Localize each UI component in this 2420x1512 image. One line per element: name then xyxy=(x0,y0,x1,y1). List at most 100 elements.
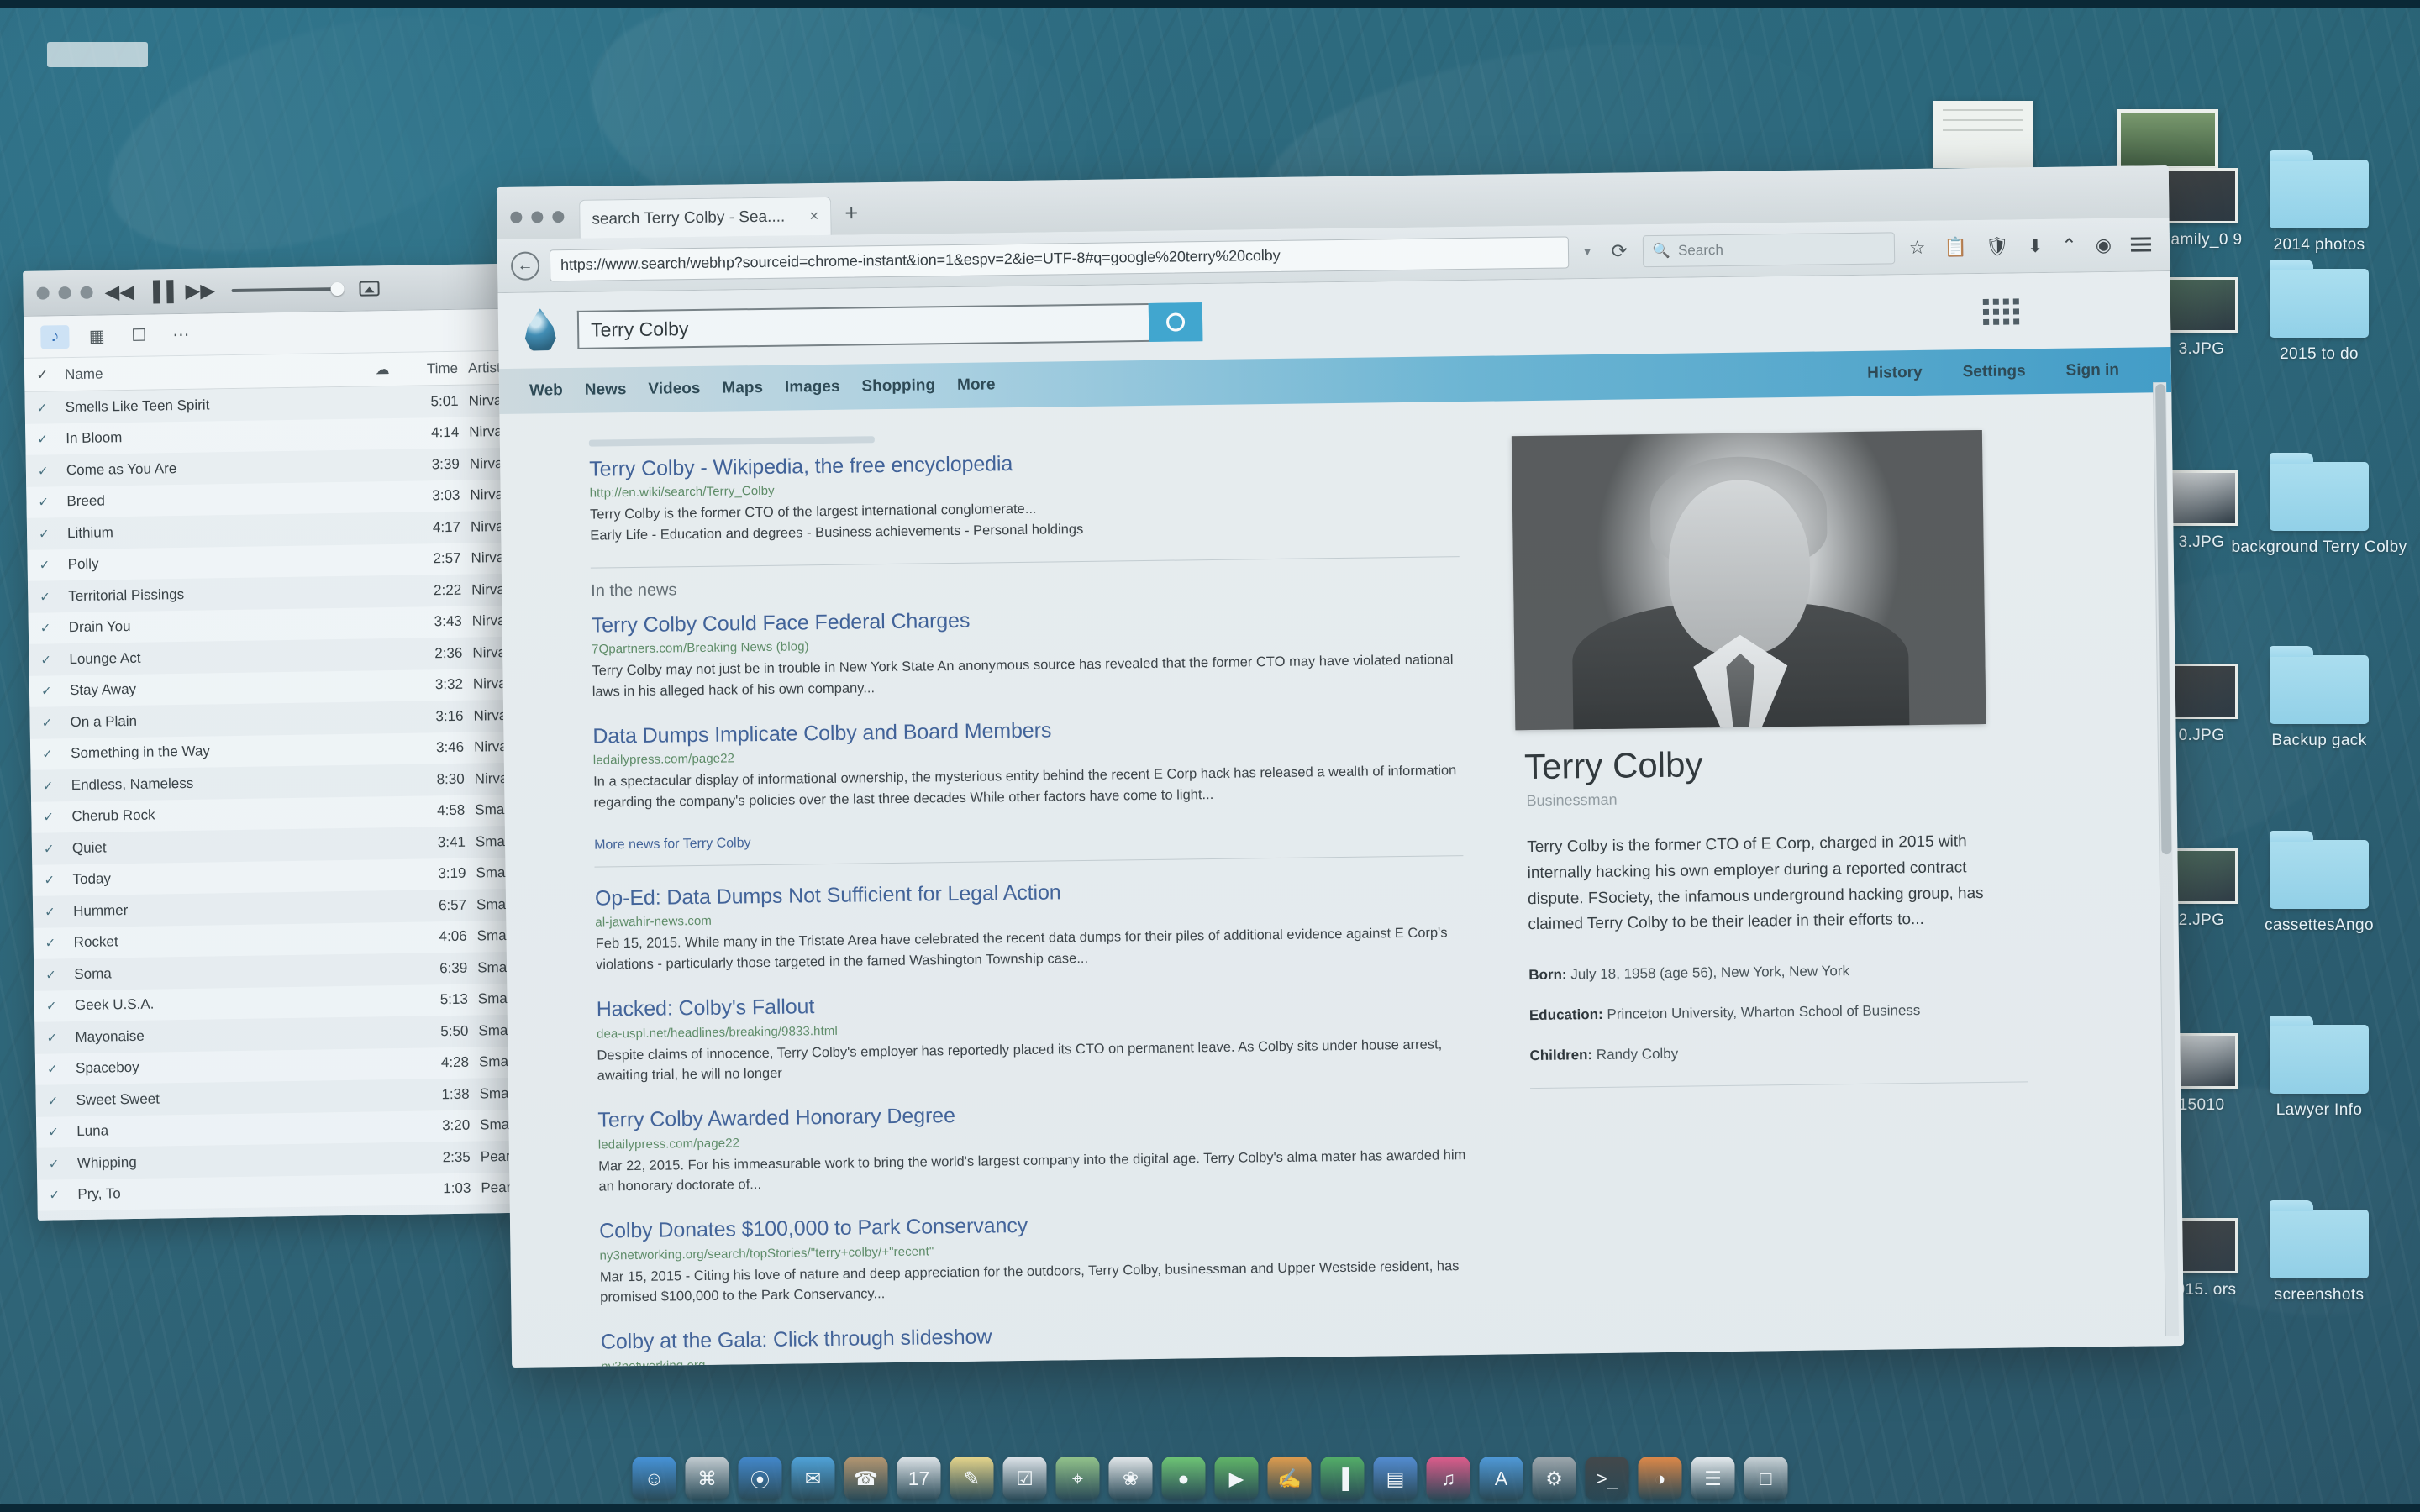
track-checkbox[interactable]: ✓ xyxy=(49,1156,77,1171)
browser-window-controls[interactable] xyxy=(510,211,565,239)
dock-item-launchpad[interactable]: ⌘ xyxy=(685,1457,729,1500)
track-checkbox[interactable]: ✓ xyxy=(39,589,68,604)
pause-icon[interactable]: ▐▐ xyxy=(146,280,174,302)
desktop-note-window[interactable] xyxy=(1933,101,2033,168)
track-checkbox[interactable]: ✓ xyxy=(45,904,73,919)
search-result[interactable]: Colby Donates $100,000 to Park Conservan… xyxy=(599,1207,1469,1308)
desktop-icon[interactable]: Lawyer Info xyxy=(2227,1016,2412,1121)
track-checkbox[interactable]: ✓ xyxy=(43,809,71,825)
dock-item-keynote[interactable]: ▤ xyxy=(1373,1457,1418,1500)
track-checkbox[interactable]: ✓ xyxy=(44,841,72,856)
browser-tab[interactable]: search Terry Colby - Sea.... × xyxy=(579,196,832,239)
back-button[interactable]: ← xyxy=(510,250,540,281)
primary-results-list[interactable]: Terry Colby - Wikipedia, the free encycl… xyxy=(589,445,1459,546)
dock-item-itunes[interactable]: ♫ xyxy=(1426,1457,1470,1500)
dock-item-terminal[interactable]: >_ xyxy=(1585,1457,1629,1500)
nav-link-maps[interactable]: Maps xyxy=(722,379,763,398)
apps-grid-icon[interactable] xyxy=(1982,297,2020,325)
clipboard-icon[interactable]: 📋 xyxy=(1939,236,1971,258)
track-checkbox[interactable]: ✓ xyxy=(48,1124,76,1140)
desktop-icon[interactable]: background Terry Colby xyxy=(2227,453,2412,558)
volume-slider[interactable] xyxy=(231,281,345,296)
dock-item-safari[interactable]: ⦿ xyxy=(738,1457,782,1500)
dock-item-reminders[interactable]: ☑ xyxy=(1002,1457,1047,1500)
dock-item-calendar[interactable]: 17 xyxy=(897,1457,941,1500)
address-bar[interactable]: https://www.search/webhp?sourceid=chrome… xyxy=(549,235,1569,281)
star-icon[interactable]: ☆ xyxy=(1905,236,1930,258)
desktop-icon[interactable]: Backup gack xyxy=(2227,646,2412,751)
browser-search-box[interactable]: 🔍 Search xyxy=(1642,231,1896,267)
track-checkbox[interactable]: ✓ xyxy=(38,494,66,510)
secondary-results-list[interactable]: Op-Ed: Data Dumps Not Sufficient for Leg… xyxy=(595,874,1470,1368)
rewind-icon[interactable]: ◀◀ xyxy=(104,281,134,303)
dock-item-photos[interactable]: ❀ xyxy=(1108,1457,1153,1500)
nav-link-news[interactable]: News xyxy=(585,381,627,400)
pocket-icon[interactable]: 🛡 xyxy=(1981,235,2013,257)
itunes-track-list[interactable]: ✓ Smells Like Teen Spirit 5:01 Nirvan ✓ In Bl… xyxy=(24,384,559,1221)
track-checkbox[interactable]: ✓ xyxy=(44,872,72,888)
search-go-button[interactable] xyxy=(1148,302,1203,342)
home-icon[interactable]: ⌃ xyxy=(2057,234,2081,256)
track-checkbox[interactable]: ✓ xyxy=(40,620,69,636)
minimize-icon[interactable] xyxy=(58,286,71,300)
track-checkbox[interactable]: ✓ xyxy=(39,557,68,573)
dock-item-maps[interactable]: ⌖ xyxy=(1055,1457,1100,1500)
dock-item-firefox[interactable]: ◑ xyxy=(1638,1457,1682,1500)
cloud-icon[interactable]: ☁ xyxy=(359,360,406,378)
dock-item-appstore[interactable]: A xyxy=(1479,1457,1523,1500)
track-checkbox[interactable]: ✓ xyxy=(49,1187,77,1203)
column-name[interactable]: Name xyxy=(65,361,359,382)
track-checkbox[interactable]: ✓ xyxy=(37,431,66,447)
maximize-icon[interactable] xyxy=(80,286,93,299)
nav-link-settings[interactable]: Settings xyxy=(1962,362,2025,381)
track-checkbox[interactable]: ✓ xyxy=(48,1093,76,1108)
nav-link-videos[interactable]: Videos xyxy=(648,380,700,399)
column-time[interactable]: Time xyxy=(406,360,468,377)
track-checkbox[interactable]: ✓ xyxy=(46,1030,75,1045)
close-icon[interactable] xyxy=(510,211,523,223)
download-icon[interactable]: ⬇ xyxy=(2023,234,2048,256)
maximize-icon[interactable] xyxy=(552,211,565,223)
airplay-icon[interactable] xyxy=(359,280,381,297)
close-icon[interactable]: × xyxy=(809,207,818,226)
search-input[interactable]: Terry Colby xyxy=(576,302,1150,349)
browser-window[interactable]: search Terry Colby - Sea.... × + ← https… xyxy=(496,165,2185,1368)
nav-link-shopping[interactable]: Shopping xyxy=(861,376,935,396)
nav-link-history[interactable]: History xyxy=(1867,364,1923,383)
track-checkbox[interactable]: ✓ xyxy=(45,935,74,951)
search-result[interactable]: Terry Colby Awarded Honorary Degree ledai… xyxy=(597,1096,1467,1197)
reload-icon[interactable]: ⟳ xyxy=(1606,239,1633,262)
dock-item-notes[interactable]: ✎ xyxy=(950,1457,994,1500)
hamburger-icon[interactable] xyxy=(2126,237,2156,252)
track-checkbox[interactable]: ✓ xyxy=(47,1061,76,1077)
track-checkbox[interactable]: ✓ xyxy=(41,683,70,699)
desktop-icon[interactable]: cassettesAngo xyxy=(2227,831,2412,936)
search-result[interactable]: Terry Colby Could Face Federal Charges 7Q… xyxy=(592,601,1461,702)
track-checkbox[interactable]: ✓ xyxy=(38,463,66,478)
close-icon[interactable] xyxy=(36,286,50,300)
dock-item-textedit[interactable]: ☰ xyxy=(1691,1457,1735,1500)
desktop-icon[interactable]: 2015 to do xyxy=(2227,260,2412,365)
search-box-wrap[interactable]: Terry Colby xyxy=(576,302,1203,349)
search-result[interactable]: Op-Ed: Data Dumps Not Sufficient for Leg… xyxy=(595,874,1465,975)
itunes-titlebar[interactable]: ◀◀ ▐▐ ▶▶ xyxy=(23,263,544,317)
volume-knob[interactable] xyxy=(330,281,345,296)
search-result[interactable]: Data Dumps Implicate Colby and Board Mem… xyxy=(592,712,1462,813)
track-checkbox[interactable]: ✓ xyxy=(42,746,71,762)
news-results-list[interactable]: Terry Colby Could Face Federal Charges 7Q… xyxy=(592,601,1463,813)
track-checkbox[interactable]: ✓ xyxy=(39,526,67,541)
track-checkbox[interactable]: ✓ xyxy=(46,998,75,1014)
dock-item-numbers[interactable]: ▐ xyxy=(1320,1457,1365,1500)
dock-item-trash[interactable]: □ xyxy=(1744,1457,1788,1500)
more-icon[interactable]: ⋯ xyxy=(166,323,195,347)
dock-item-pages[interactable]: ✍ xyxy=(1267,1457,1312,1500)
search-nav-right[interactable]: History Settings Sign in xyxy=(1867,361,2119,383)
chevron-down-icon[interactable]: ▼ xyxy=(1579,245,1597,258)
column-check[interactable]: ✓ xyxy=(36,366,65,384)
water-drop-logo[interactable] xyxy=(523,308,558,353)
minimize-icon[interactable] xyxy=(531,211,544,223)
itunes-window-controls[interactable] xyxy=(36,286,93,300)
nav-link-sign-in[interactable]: Sign in xyxy=(2065,361,2119,381)
display-icon[interactable]: ☐ xyxy=(124,323,153,348)
dock[interactable]: ☺ ⌘ ⦿ ✉ ☎ 17 ✎ ☑ ⌖ ❀ ● ▶ ✍ ▐ ▤ ♫ A ⚙ >_ ◑ ☰ □ xyxy=(621,1436,1800,1500)
